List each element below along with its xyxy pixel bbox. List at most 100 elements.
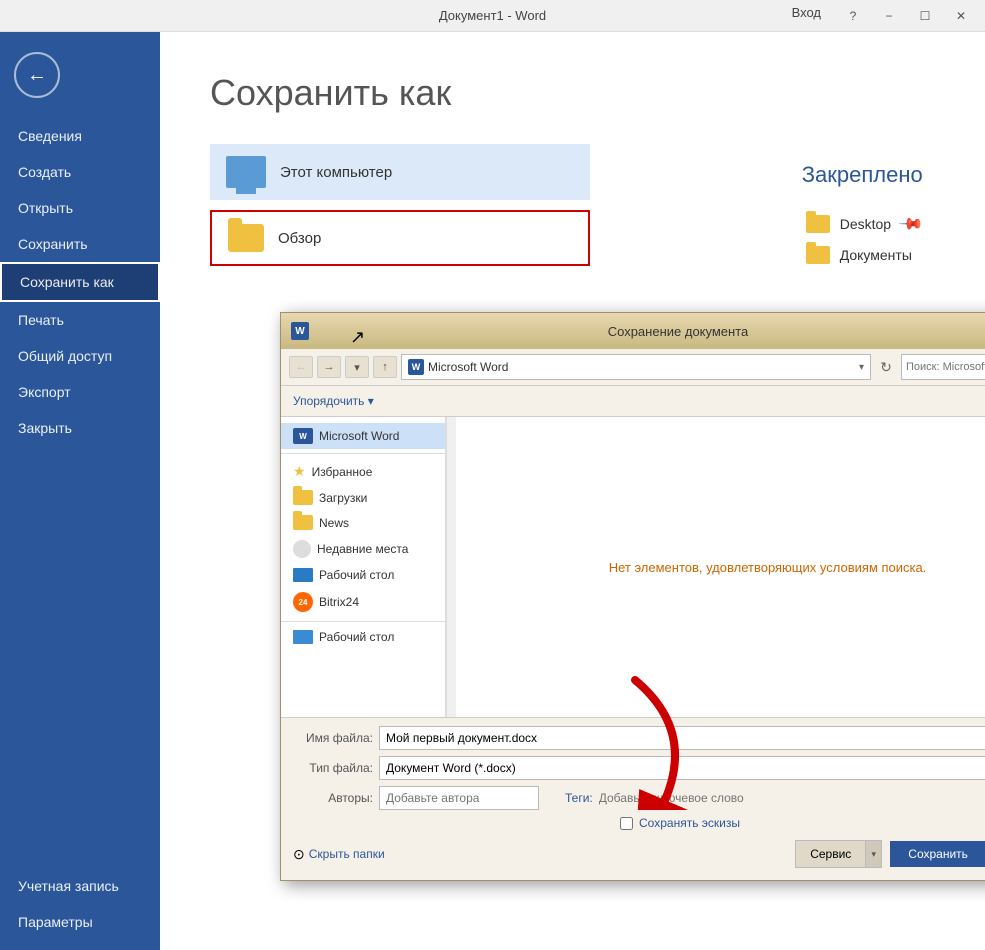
minimize-button[interactable]: −: [875, 5, 903, 27]
nav-item-microsoft-word[interactable]: W Microsoft Word: [281, 423, 445, 449]
addr-forward-button[interactable]: →: [317, 356, 341, 378]
dialog-nav-scroll: W Microsoft Word ★ Избранное Загрузки: [281, 417, 456, 717]
this-computer-label: Этот компьютер: [280, 164, 392, 181]
nav-item-desktop-nav[interactable]: Рабочий стол: [281, 563, 445, 587]
close-button[interactable]: ✕: [947, 5, 975, 27]
nav-scrollbar[interactable]: [446, 417, 456, 717]
authors-input[interactable]: [379, 786, 539, 810]
pinned-folder-icon-desktop: [806, 215, 830, 233]
pinned-documents-label: Документы: [840, 247, 912, 263]
save-button[interactable]: Сохранить: [890, 841, 985, 867]
favorites-icon: ★: [293, 463, 306, 480]
filetype-input[interactable]: [379, 756, 985, 780]
pinned-title: Закреплено: [802, 162, 925, 188]
authors-tags-row: Авторы: Теги:: [293, 786, 985, 810]
address-path: W Microsoft Word ▾: [401, 354, 871, 380]
bitrix-icon: 24: [293, 592, 313, 612]
pin-icon: 📌: [897, 210, 925, 238]
tags-input[interactable]: [599, 786, 985, 810]
pinned-desktop-label: Desktop: [840, 216, 891, 232]
window-title: Документ1 - Word: [439, 8, 546, 23]
filename-input[interactable]: [379, 726, 985, 750]
nav-divider-2: [281, 621, 445, 622]
filetype-label: Тип файла:: [293, 761, 373, 775]
help-button[interactable]: ?: [839, 5, 867, 27]
this-computer-option[interactable]: Этот компьютер: [210, 144, 590, 200]
service-button-group: Сервис ▾: [795, 840, 882, 868]
hide-folders-icon: ⊙: [293, 846, 305, 863]
dialog-titlebar: W Сохранение документа ✕: [281, 313, 985, 349]
service-dropdown-button[interactable]: ▾: [865, 841, 881, 867]
addr-dropdown-button[interactable]: ▾: [345, 356, 369, 378]
sidebar-item-saveas[interactable]: Сохранить как: [0, 262, 160, 302]
nav-divider-1: [281, 453, 445, 454]
main-content: Сохранить как Этот компьютер Обзор Закре…: [160, 32, 985, 950]
page-title: Сохранить как: [210, 72, 935, 114]
sidebar-item-close[interactable]: Закрыть: [0, 410, 160, 446]
recent-places-icon: [293, 540, 311, 558]
no-results-message: Нет элементов, удовлетворяющих условиям …: [609, 560, 927, 575]
addr-up-button[interactable]: ↑: [373, 356, 397, 378]
pinned-desktop[interactable]: Desktop 📌: [802, 208, 925, 240]
news-folder-icon: [293, 515, 313, 530]
thumbnails-checkbox[interactable]: [620, 817, 633, 830]
filetype-row: Тип файла: ▾: [293, 756, 985, 780]
nav-item-bitrix24[interactable]: 24 Bitrix24: [281, 587, 445, 617]
title-bar: Документ1 - Word Вход ? − ☐ ✕: [0, 0, 985, 32]
folder-icon: [228, 224, 264, 252]
title-login[interactable]: Вход: [792, 5, 821, 27]
thumbnails-label[interactable]: Сохранять эскизы: [639, 816, 740, 830]
dialog-body: W Microsoft Word ★ Избранное Загрузки: [281, 417, 985, 717]
sidebar-item-save[interactable]: Сохранить: [0, 226, 160, 262]
footer-buttons: ⊙ Скрыть папки Сервис ▾ Сохранить Отмена: [293, 836, 985, 872]
sidebar: ← Сведения Создать Открыть Сохранить Сох…: [0, 32, 160, 950]
save-options: Этот компьютер Обзор: [210, 144, 590, 266]
sidebar-item-open[interactable]: Открыть: [0, 190, 160, 226]
sidebar-item-print[interactable]: Печать: [0, 302, 160, 338]
nav-item-news[interactable]: News: [281, 510, 445, 535]
pinned-documents[interactable]: Документы: [802, 240, 925, 270]
sidebar-item-info[interactable]: Сведения: [0, 118, 160, 154]
search-box: 🔍: [901, 354, 985, 380]
maximize-button[interactable]: ☐: [911, 5, 939, 27]
desktop-nav-icon: [293, 568, 313, 582]
sidebar-item-account[interactable]: Учетная запись: [0, 868, 160, 904]
addr-path-text: Microsoft Word: [428, 360, 855, 374]
organize-arrow: ▾: [368, 394, 374, 408]
dialog-address-bar: ← → ▾ ↑ W Microsoft Word ▾ ↻: [281, 349, 985, 386]
dialog-word-icon: W: [291, 322, 309, 340]
nav-word-icon: W: [293, 428, 313, 444]
hide-folders-label[interactable]: Скрыть папки: [309, 847, 385, 861]
dialog-file-area: Нет элементов, удовлетворяющих условиям …: [456, 417, 985, 717]
nav-item-favorites[interactable]: ★ Избранное: [281, 458, 445, 485]
dialog-footer: Имя файла: ▾ Тип файла: ▾ Авторы: Теги:: [281, 717, 985, 880]
service-button[interactable]: Сервис: [796, 841, 865, 867]
sidebar-item-new[interactable]: Создать: [0, 154, 160, 190]
dialog-title: Сохранение документа: [317, 324, 985, 339]
dialog-toolbar: Упорядочить ▾ ☰ ▾ ?: [281, 386, 985, 417]
addr-dropdown-arrow[interactable]: ▾: [859, 362, 864, 373]
app-container: ← Сведения Создать Открыть Сохранить Сох…: [0, 32, 985, 950]
addr-back-button[interactable]: ←: [289, 356, 313, 378]
back-button[interactable]: ←: [14, 52, 60, 98]
pinned-section: Закреплено Desktop 📌 Документы: [802, 162, 925, 270]
filename-row: Имя файла: ▾: [293, 726, 985, 750]
search-input[interactable]: [906, 361, 985, 373]
nav-item-desktop-section[interactable]: Рабочий стол: [281, 626, 445, 648]
save-dialog: W Сохранение документа ✕ ← → ▾ ↑: [280, 312, 985, 881]
sidebar-item-settings[interactable]: Параметры: [0, 904, 160, 940]
dialog-nav: W Microsoft Word ★ Избранное Загрузки: [281, 417, 446, 717]
window-controls: Вход ? − ☐ ✕: [792, 5, 975, 27]
addr-refresh-button[interactable]: ↻: [875, 356, 897, 378]
checkbox-row: Сохранять эскизы: [293, 816, 985, 830]
tags-label: Теги:: [565, 791, 593, 805]
browse-option[interactable]: Обзор: [210, 210, 590, 266]
nav-item-downloads[interactable]: Загрузки: [281, 485, 445, 510]
sidebar-item-export[interactable]: Экспорт: [0, 374, 160, 410]
computer-icon: [226, 156, 266, 188]
pinned-folder-icon-docs: [806, 246, 830, 264]
nav-item-recent-places[interactable]: Недавние места: [281, 535, 445, 563]
sidebar-item-share[interactable]: Общий доступ: [0, 338, 160, 374]
filename-label: Имя файла:: [293, 731, 373, 745]
organize-button[interactable]: Упорядочить ▾: [289, 392, 378, 410]
